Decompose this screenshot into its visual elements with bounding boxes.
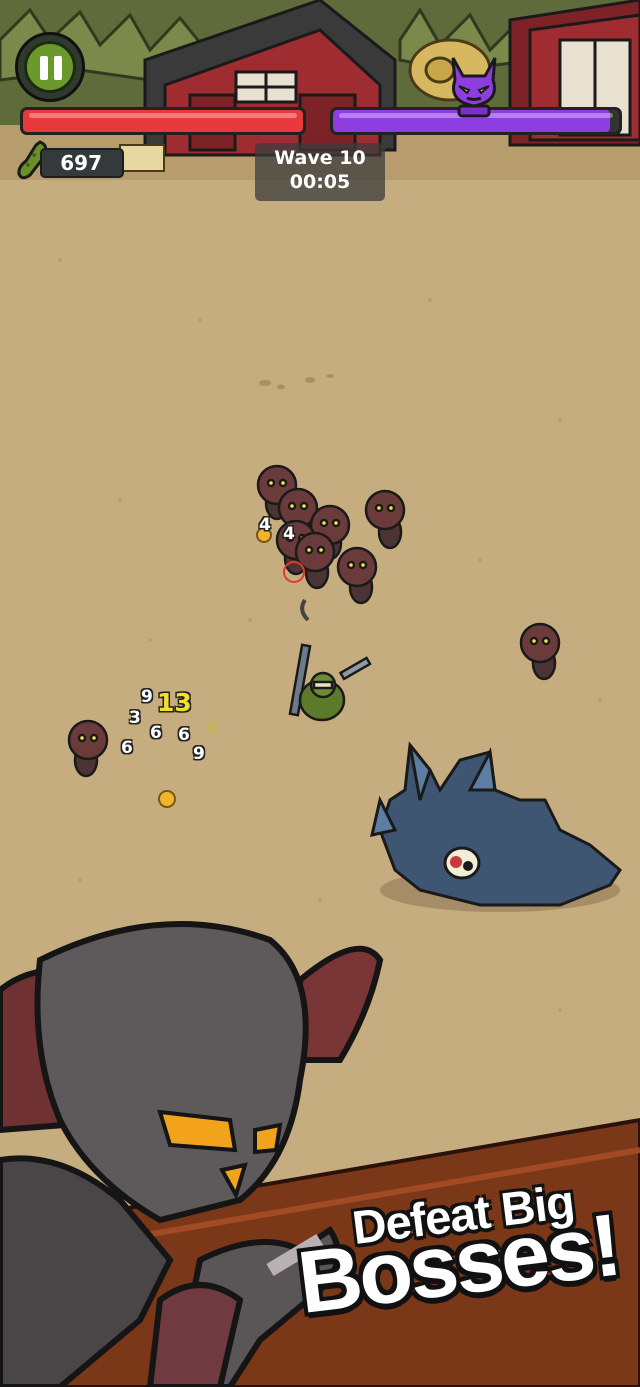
damage-number: 4 (283, 524, 295, 544)
coin-drop (158, 790, 176, 808)
damage-number: 9 (141, 687, 153, 707)
pause-icon (24, 41, 76, 93)
wave-timer: 00:05 (289, 171, 351, 193)
coin-counter: 697 (40, 148, 124, 178)
damage-number: 6 (207, 719, 219, 739)
player-health-bar (20, 107, 306, 135)
damage-number: 9 (193, 744, 205, 764)
pause-button[interactable] (15, 32, 85, 102)
damage-number: 3 (129, 708, 141, 728)
damage-number: 4 (259, 515, 271, 535)
damage-number-critical: 13 (157, 688, 192, 717)
fence (119, 144, 165, 172)
damage-number: 6 (121, 738, 133, 758)
wave-label: Wave 10 (274, 147, 366, 169)
damage-number: 6 (150, 723, 162, 743)
damage-number: 6 (178, 725, 190, 745)
boss-devil-icon (451, 57, 497, 118)
wave-indicator: Wave 10 00:05 (255, 143, 385, 201)
